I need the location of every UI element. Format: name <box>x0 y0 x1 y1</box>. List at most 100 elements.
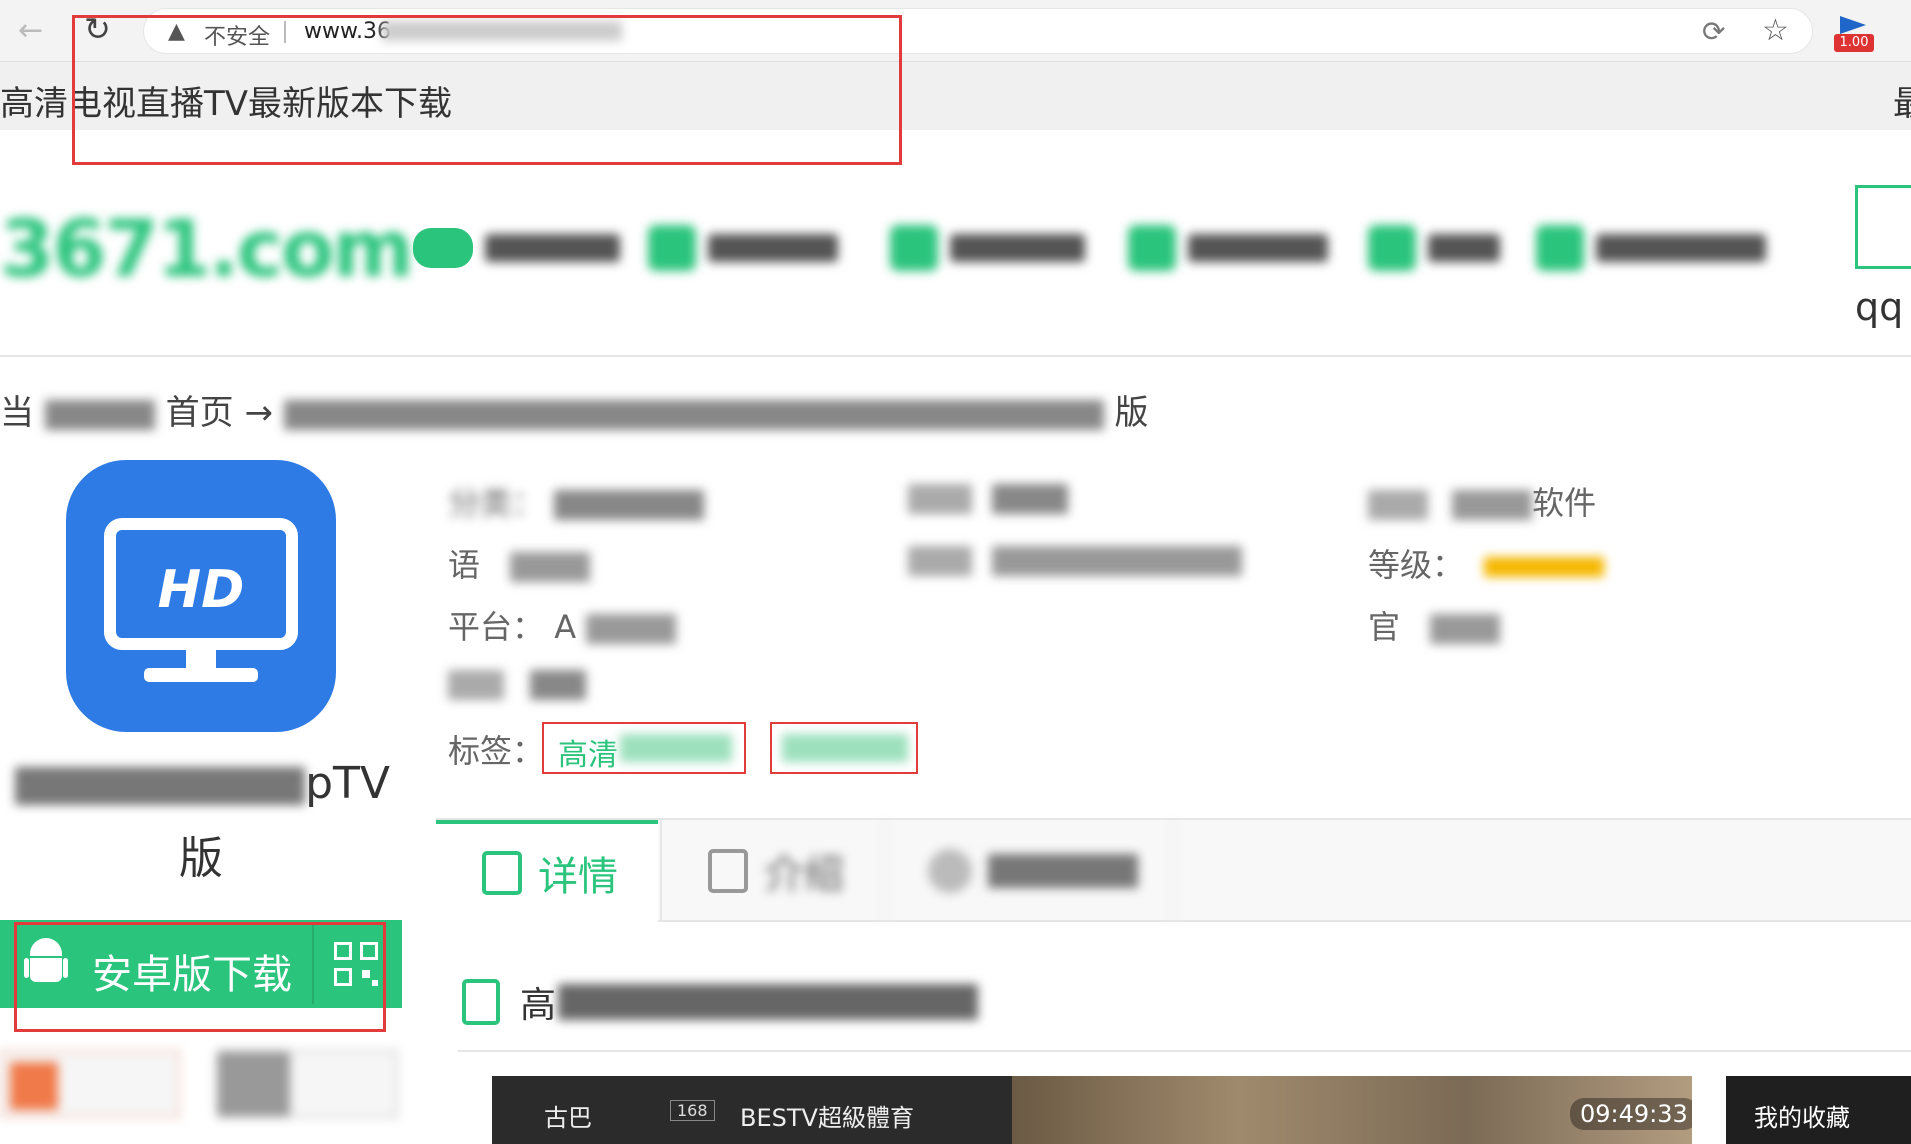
favorites-label: 我的收藏 <box>1754 1104 1850 1132</box>
rating-category-label-redacted <box>1368 490 1428 520</box>
detail-tabs: 详情 介绍 <box>436 818 1911 922</box>
nav-6-icon <box>1536 225 1584 271</box>
qq-link[interactable]: qq <box>1855 285 1903 329</box>
gamepad-icon <box>413 228 473 268</box>
breadcrumb: 当 首页 → 版 <box>0 385 1149 434</box>
section-heading-start: 高 <box>520 985 557 1026</box>
site-logo[interactable]: 3671.com <box>0 205 414 295</box>
nav-label-games <box>485 234 620 262</box>
platform-label: 平台： <box>448 608 545 646</box>
info-official: 官 <box>1368 602 1501 648</box>
section-heading-redacted <box>558 984 979 1020</box>
nav-item-5[interactable] <box>1368 222 1500 274</box>
nav-item-games[interactable] <box>413 222 620 274</box>
info-author <box>908 478 1069 516</box>
channel-a: 古巴 <box>544 1104 592 1132</box>
favorites-panel[interactable]: 我的收藏 <box>1726 1076 1911 1144</box>
back-icon[interactable]: ← <box>18 16 50 46</box>
official-label: 官 <box>1368 608 1401 646</box>
size-label-redacted <box>448 670 504 700</box>
nav-item-3[interactable] <box>890 222 1085 274</box>
app-name: pTV <box>10 758 390 809</box>
app-icon: HD <box>66 460 336 732</box>
category-label: 分类： <box>448 484 545 522</box>
nav-item-6[interactable] <box>1536 222 1766 274</box>
breadcrumb-suffix: 版 <box>1114 393 1149 433</box>
read-aloud-icon[interactable]: ⟳ <box>1702 15 1725 48</box>
category-value-tail: 软件 <box>1532 484 1597 522</box>
section-divider <box>458 1050 1911 1052</box>
secondary-button-2[interactable] <box>216 1050 398 1118</box>
tag-1-text: 高清 <box>558 738 618 773</box>
info-language: 语 <box>448 540 591 586</box>
category-value-redacted <box>554 490 705 520</box>
nav-label-2 <box>708 234 838 262</box>
app-name-tail: pTV <box>305 758 390 809</box>
tag-1[interactable]: 高清 <box>542 722 746 774</box>
extension-badge: 1.00 <box>1834 34 1874 52</box>
document-icon <box>482 851 522 895</box>
search-input[interactable] <box>1855 185 1911 269</box>
rating-category-value-redacted <box>1452 490 1533 520</box>
info-category: 分类： <box>448 478 705 524</box>
logo-text: 3671.com <box>0 205 414 295</box>
official-value-redacted <box>1430 614 1501 644</box>
tab-title-next[interactable]: 最 <box>1893 76 1911 125</box>
breadcrumb-redacted-a <box>44 399 155 430</box>
tab-intro-label: 介绍 <box>764 852 844 898</box>
size-value-redacted <box>530 670 587 700</box>
favorite-star-icon[interactable]: ☆ <box>1762 13 1789 48</box>
nav-3-icon <box>890 225 938 271</box>
info-rating-category: 软件 <box>1368 478 1596 524</box>
list-icon <box>708 849 748 893</box>
nav-4-icon <box>1128 225 1176 271</box>
article-icon <box>462 979 500 1025</box>
tab-intro[interactable]: 介绍 <box>660 820 882 922</box>
platform-value-redacted <box>586 614 677 644</box>
breadcrumb-sep-icon: → <box>244 393 284 433</box>
info-level: 等级： <box>1368 540 1605 586</box>
nav-5-icon <box>1368 225 1416 271</box>
tag-2[interactable] <box>770 722 918 774</box>
app-name-line2: 版 <box>179 833 223 884</box>
secondary-button-1[interactable] <box>0 1050 180 1118</box>
tab-other[interactable] <box>884 820 1174 922</box>
annotation-box-download <box>14 922 386 1032</box>
platform-value: A <box>554 608 577 646</box>
channel-number: 168 <box>670 1100 715 1121</box>
nav-label-4 <box>1188 234 1328 262</box>
tab-details-label: 详情 <box>538 854 618 900</box>
nav-label-3 <box>950 234 1085 262</box>
info-tags: 标签： <box>448 726 544 772</box>
language-label: 语 <box>448 546 481 584</box>
nav-label-6 <box>1596 234 1766 262</box>
info-size <box>448 664 587 702</box>
section-heading: 高 <box>462 972 979 1032</box>
nav-2-icon <box>648 225 696 271</box>
extension-icon[interactable]: 1.00 <box>1834 16 1874 52</box>
stars-icon <box>1484 557 1605 577</box>
tab-other-icon <box>928 849 972 893</box>
nav-label-5 <box>1428 234 1500 262</box>
tab-details[interactable]: 详情 <box>436 820 658 922</box>
info-platform: 平台： A <box>448 602 677 648</box>
breadcrumb-redacted-b <box>283 399 1104 430</box>
breadcrumb-home[interactable]: 首页 <box>166 393 234 433</box>
header-divider <box>0 355 1911 357</box>
video-time: 09:49:33 <box>1570 1098 1692 1130</box>
channel-b: BESTV超級體育 <box>740 1104 914 1132</box>
language-value-redacted <box>510 552 591 582</box>
breadcrumb-prefix: 当 <box>0 393 34 433</box>
app-name-redacted <box>15 767 306 805</box>
level-label: 等级： <box>1368 546 1465 584</box>
video-preview[interactable]: 古巴 168 BESTV超級體育 09:49:33 <box>492 1076 1692 1144</box>
tab-other-label-redacted <box>988 854 1138 888</box>
info-update <box>908 540 1243 578</box>
tags-label: 标签： <box>448 732 545 770</box>
nav-item-4[interactable] <box>1128 222 1328 274</box>
app-icon-label: HD <box>157 560 245 620</box>
nav-item-2[interactable] <box>648 222 838 274</box>
tag-1-redacted <box>620 734 732 762</box>
annotation-box-address <box>72 15 902 165</box>
tag-2-redacted <box>782 734 908 762</box>
